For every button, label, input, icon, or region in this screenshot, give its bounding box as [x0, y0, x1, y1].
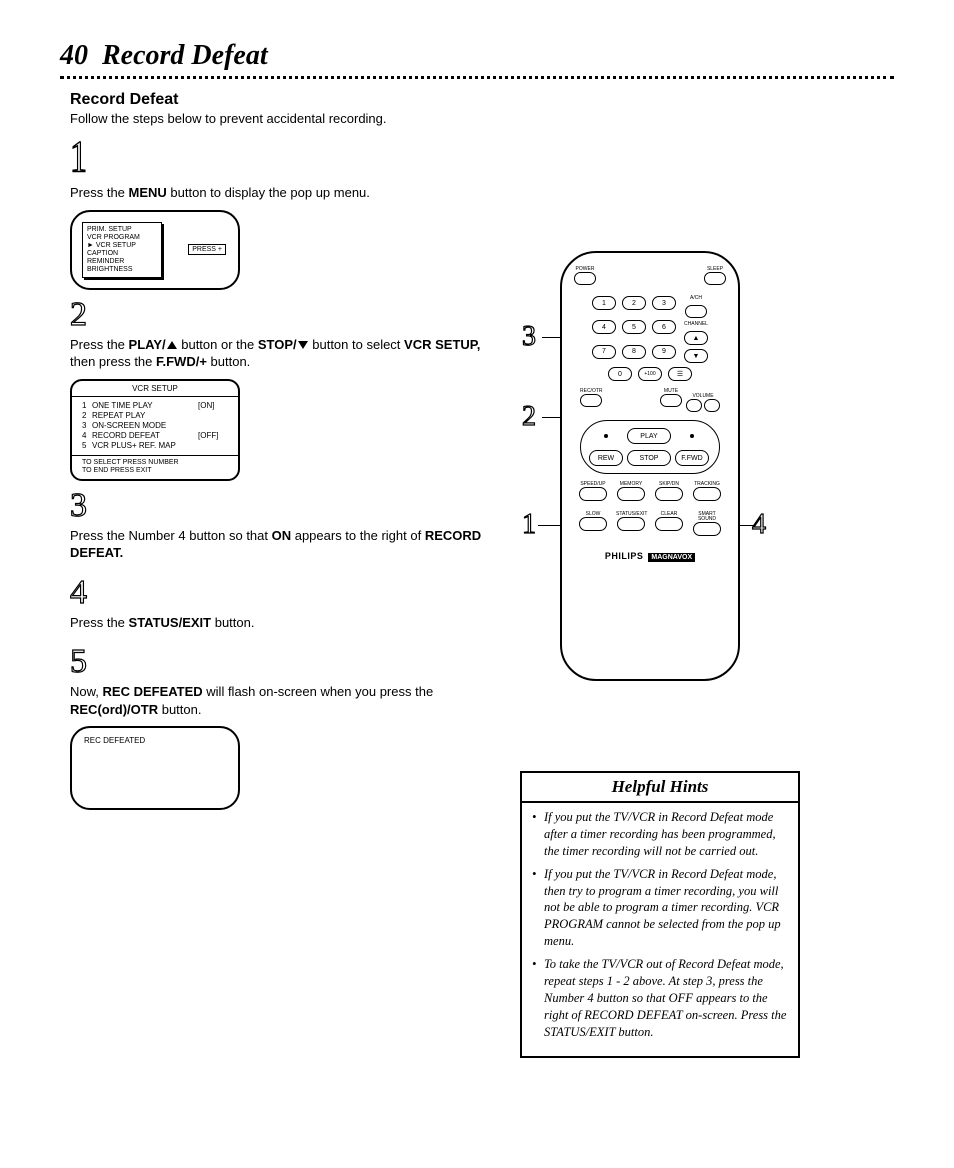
sleep-button[interactable] [704, 272, 726, 285]
step-number-5: 5 [70, 645, 87, 679]
callout-3: 3 [522, 321, 536, 353]
vol-up-button[interactable] [704, 399, 720, 412]
step-4-text: Press the STATUS/EXIT button. [70, 614, 500, 632]
screen-rec-defeated: REC DEFEATED [70, 726, 240, 810]
page-number: 40 [60, 40, 88, 71]
step-number-2: 2 [70, 298, 87, 332]
transport-cluster: PLAY REW STOP F.FWD [580, 420, 720, 474]
step-number-3: 3 [70, 489, 87, 523]
hints-title: Helpful Hints [522, 773, 798, 803]
num-9-button[interactable]: 9 [652, 345, 676, 359]
screen-popup-menu: PRIM. SETUP VCR PROGRAM ► VCR SETUP CAPT… [70, 210, 240, 290]
triangle-up-icon [167, 341, 177, 349]
menu-button[interactable]: ☰ [668, 367, 692, 381]
memory-button[interactable] [617, 487, 645, 501]
vcr-row: 3ON-SCREEN MODE [82, 421, 228, 431]
press-plus-label: PRESS + [188, 244, 226, 255]
ffwd-button[interactable]: F.FWD [675, 450, 709, 466]
page-title: Record Defeat [102, 40, 268, 71]
remote-diagram: 3 2 1 4 POWER SLEEP 1 2 3 4 [520, 251, 780, 681]
ach-button[interactable] [685, 305, 707, 318]
num-4-button[interactable]: 4 [592, 320, 616, 334]
hint-item: If you put the TV/VCR in Record Defeat m… [532, 809, 788, 860]
smart-sound-button[interactable] [693, 522, 721, 536]
play-button[interactable]: PLAY [627, 428, 671, 444]
mute-button[interactable] [660, 394, 682, 407]
speed-button[interactable] [579, 487, 607, 501]
screen-vcr-setup: VCR SETUP 1ONE TIME PLAY[ON] 2REPEAT PLA… [70, 379, 240, 481]
vcr-row: 4RECORD DEFEAT[OFF] [82, 431, 228, 441]
num-5-button[interactable]: 5 [622, 320, 646, 334]
channel-up-button[interactable]: ▲ [684, 331, 708, 345]
vcr-setup-title: VCR SETUP [72, 381, 238, 397]
step-3-text: Press the Number 4 button so that ON app… [70, 527, 500, 562]
plus100-button[interactable]: +100 [638, 367, 662, 381]
callout-1: 1 [522, 509, 536, 541]
rew-button[interactable]: REW [589, 450, 623, 466]
vcr-row: 2REPEAT PLAY [82, 411, 228, 421]
step-5-text: Now, REC DEFEATED will flash on-screen w… [70, 683, 500, 718]
num-1-button[interactable]: 1 [592, 296, 616, 310]
menu-panel: PRIM. SETUP VCR PROGRAM ► VCR SETUP CAPT… [82, 222, 162, 278]
dot-icon [604, 434, 608, 438]
num-8-button[interactable]: 8 [622, 345, 646, 359]
hint-item: If you put the TV/VCR in Record Defeat m… [532, 866, 788, 950]
vcr-row: 5VCR PLUS+ REF. MAP [82, 441, 228, 451]
section-subheading: Record Defeat [70, 91, 500, 109]
step-1-text: Press the MENU button to display the pop… [70, 184, 500, 202]
dot-icon [690, 434, 694, 438]
left-column: Record Defeat Follow the steps below to … [60, 91, 500, 1058]
vcr-row: 1ONE TIME PLAY[ON] [82, 401, 228, 411]
intro-text: Follow the steps below to prevent accide… [70, 111, 500, 126]
channel-down-button[interactable]: ▼ [684, 349, 708, 363]
right-column: 3 2 1 4 POWER SLEEP 1 2 3 4 [520, 91, 820, 1058]
num-0-button[interactable]: 0 [608, 367, 632, 381]
num-7-button[interactable]: 7 [592, 345, 616, 359]
remote-body: POWER SLEEP 1 2 3 4 5 6 7 8 9 [560, 251, 740, 681]
slow-button[interactable] [579, 517, 607, 531]
stop-button[interactable]: STOP [627, 450, 671, 466]
vol-down-button[interactable] [686, 399, 702, 412]
helpful-hints-box: Helpful Hints If you put the TV/VCR in R… [520, 771, 800, 1058]
rec-otr-button[interactable] [580, 394, 602, 407]
power-button[interactable] [574, 272, 596, 285]
step-number-4: 4 [70, 576, 87, 610]
callout-2: 2 [522, 401, 536, 433]
step-number-1: 1 [70, 136, 87, 180]
num-3-button[interactable]: 3 [652, 296, 676, 310]
triangle-down-icon [298, 341, 308, 349]
clear-button[interactable] [655, 517, 683, 531]
tracking-button[interactable] [693, 487, 721, 501]
dotted-rule [60, 76, 894, 79]
page-header: 40 Record Defeat [60, 40, 894, 72]
status-exit-button[interactable] [617, 517, 645, 531]
callout-4: 4 [752, 509, 766, 541]
skip-button[interactable] [655, 487, 683, 501]
hint-item: To take the TV/VCR out of Record Defeat … [532, 956, 788, 1040]
step-2-text: Press the PLAY/ button or the STOP/ butt… [70, 336, 500, 371]
num-2-button[interactable]: 2 [622, 296, 646, 310]
num-6-button[interactable]: 6 [652, 320, 676, 334]
remote-brand: PHILIPS MAGNAVOX [574, 551, 726, 562]
